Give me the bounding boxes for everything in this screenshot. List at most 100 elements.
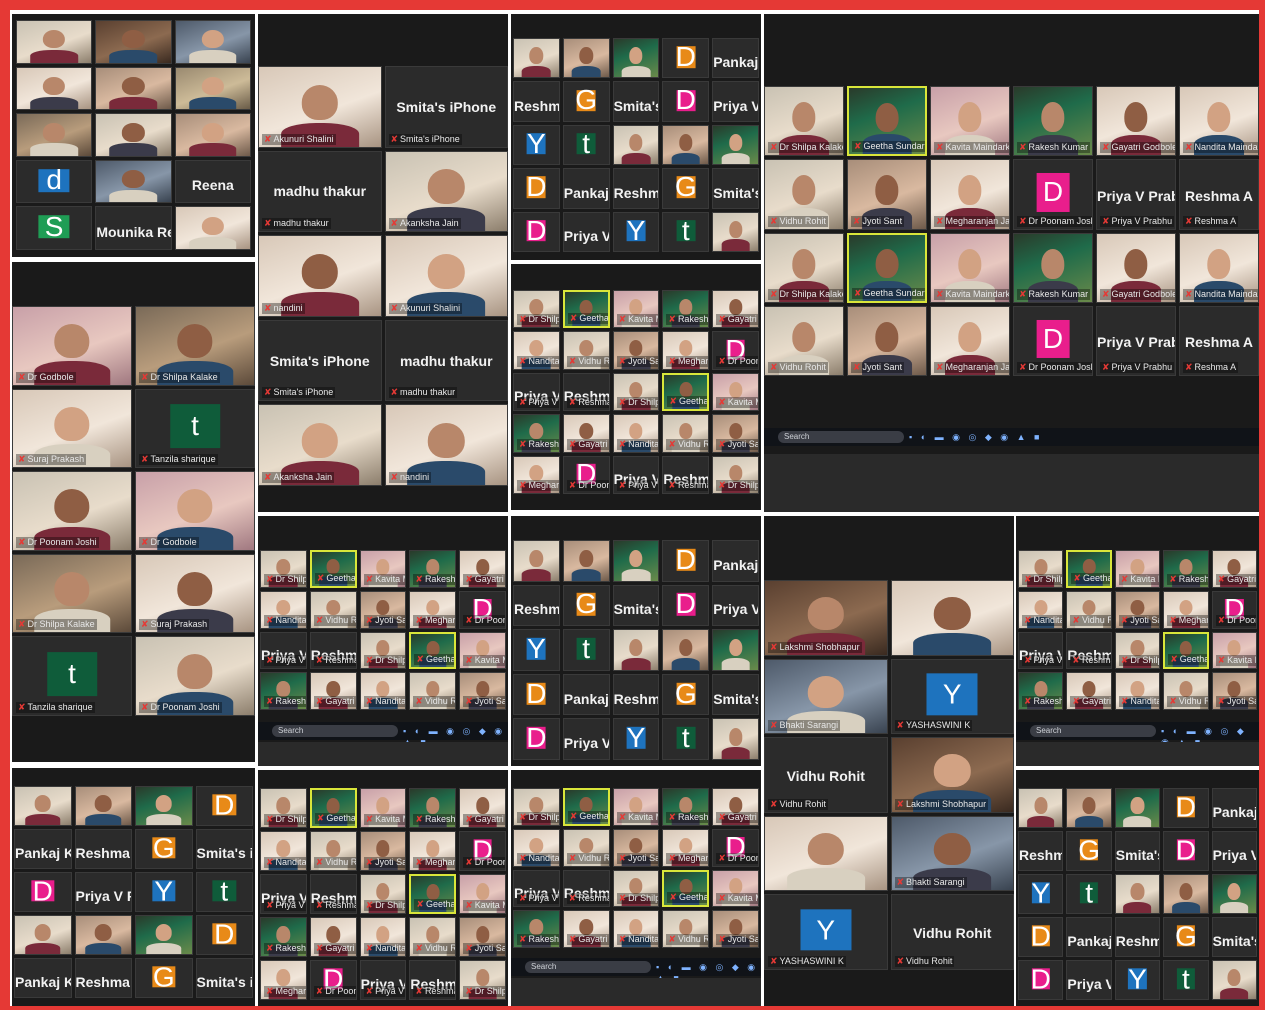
video-tile[interactable]: Priya V Prabhu <box>712 81 759 122</box>
video-tile[interactable]: madhu thakur ✘ madhu thakur <box>258 150 382 233</box>
video-tile[interactable]: D <box>662 38 710 79</box>
video-tile[interactable]: ✘Nandita Maindarkar <box>612 910 660 948</box>
taskbar-search-box[interactable]: Search <box>1030 725 1156 737</box>
video-tile[interactable]: ✘Nandita Maindarkar <box>1114 672 1161 710</box>
video-tile[interactable]: D <box>1018 917 1064 957</box>
video-tile[interactable]: Vidhu Rohit ✘ Vidhu Rohit <box>890 894 1014 970</box>
video-tile[interactable]: Smita's iPhone <box>1114 831 1161 871</box>
video-tile[interactable]: t ✘ Tanzila sharique <box>12 636 132 716</box>
video-tile[interactable]: G <box>662 673 710 716</box>
video-tile[interactable]: ✘Dr Shilpa Kalake <box>260 550 307 588</box>
video-tile[interactable]: Pankaj Kumar <box>562 673 610 716</box>
video-tile[interactable]: ✘Vidhu Rohit <box>764 159 844 230</box>
video-tile[interactable]: Priya V Prabhu <box>712 584 759 627</box>
video-tile[interactable]: ✘Rakesh Kumar <box>513 910 560 948</box>
video-tile[interactable]: Reshma A <box>612 673 660 716</box>
video-tile[interactable]: ✘Geetha Sundaresh <box>409 631 457 670</box>
video-tile[interactable]: t <box>1163 960 1209 1000</box>
video-tile[interactable]: t <box>1066 874 1112 914</box>
video-tile[interactable]: G <box>562 81 610 122</box>
video-tile[interactable] <box>174 113 251 157</box>
video-tile[interactable] <box>562 38 610 79</box>
video-tile[interactable]: ✘Kavita Maindarkar <box>612 290 660 329</box>
video-tile[interactable]: ✘Kavita Maindarkar <box>612 788 660 826</box>
video-tile[interactable]: G <box>135 829 193 869</box>
video-tile[interactable]: G <box>135 958 193 998</box>
video-tile[interactable]: Reshma A✘Reshma A <box>662 455 710 494</box>
taskbar-search-box[interactable]: Search <box>778 431 904 443</box>
video-tile[interactable] <box>513 540 560 582</box>
video-tile[interactable]: D✘Dr Poonam Joshi <box>1013 305 1093 376</box>
video-tile[interactable]: Smita's iPhone <box>712 673 759 716</box>
video-tile[interactable] <box>95 113 172 157</box>
video-tile[interactable] <box>1066 788 1112 828</box>
video-tile[interactable]: Priya V Prabhu✘Priya V Prabhu <box>1018 631 1064 670</box>
video-tile[interactable]: ✘ Akanksha Jain <box>384 150 508 233</box>
video-tile[interactable]: ✘ Suraj Prakash <box>12 388 132 469</box>
video-tile[interactable]: ✘Geetha Sundaresh <box>847 86 927 157</box>
video-tile[interactable]: t <box>195 872 253 912</box>
video-tile[interactable]: ✘ nandini <box>384 404 508 486</box>
video-tile[interactable]: D <box>195 786 253 826</box>
video-tile[interactable]: ✘ Bhakti Sarangi <box>890 815 1014 892</box>
video-tile[interactable]: ✘Geetha Sundaresh <box>662 869 710 908</box>
video-tile[interactable]: Priya V Prabhu✘Priya V Prabhu <box>260 631 307 670</box>
taskbar-search-box[interactable]: Search <box>525 961 651 973</box>
video-tile[interactable]: ✘Megharanjan Jain <box>260 960 307 1000</box>
video-tile[interactable]: Reshma A <box>513 81 560 122</box>
video-tile[interactable]: ✘Dr Shilpa Kalake <box>1018 550 1064 588</box>
video-tile[interactable]: Y <box>135 872 193 912</box>
video-tile[interactable]: t <box>662 718 710 760</box>
video-tile[interactable]: D✘Dr Poonam Joshi <box>562 455 610 494</box>
video-tile[interactable]: D <box>14 872 72 912</box>
video-tile[interactable]: Reshma A✘Reshma A <box>409 960 457 1000</box>
video-tile[interactable]: Reshma A✘Reshma A <box>1066 631 1112 670</box>
video-tile[interactable]: D <box>513 718 560 760</box>
video-tile[interactable]: Pankaj Kumar <box>1066 917 1112 957</box>
video-tile[interactable]: D <box>662 81 710 122</box>
video-tile[interactable] <box>890 580 1014 656</box>
video-tile[interactable]: ✘Dr Shilpa Kalake <box>612 869 660 908</box>
video-tile[interactable]: ✘Gayatri Godbole <box>459 550 506 588</box>
video-tile[interactable]: ✘Gayatri Godbole <box>562 910 610 948</box>
video-tile[interactable]: Priya V Prabhu✘Priya V Prabhu <box>260 874 307 914</box>
video-tile[interactable]: ✘Rakesh Kumar <box>409 788 457 828</box>
video-tile[interactable]: ✘Vidhu Rohit <box>409 917 457 957</box>
video-tile[interactable]: ✘ Akunuri Shalini <box>258 66 382 148</box>
video-tile[interactable]: Reshma A <box>612 168 660 209</box>
video-tile[interactable] <box>662 629 710 671</box>
video-tile[interactable] <box>612 540 660 582</box>
video-tile[interactable]: Reshma A <box>1114 917 1161 957</box>
video-tile[interactable]: Pankaj Kumar <box>712 540 759 582</box>
video-tile[interactable] <box>612 38 660 79</box>
video-tile[interactable] <box>662 124 710 166</box>
video-tile[interactable] <box>14 915 72 955</box>
video-tile[interactable]: ✘Gayatri Godbole <box>1066 672 1112 710</box>
video-tile[interactable]: D <box>513 168 560 209</box>
video-tile[interactable]: ✘ Lakshmi Shobhapur <box>890 737 1014 813</box>
video-tile[interactable]: ✘Jyoti Sant <box>712 414 759 453</box>
video-tile[interactable]: Reshma A <box>74 829 132 869</box>
video-tile[interactable] <box>74 915 132 955</box>
video-tile[interactable]: D✘Dr Poonam Joshi <box>1013 159 1093 230</box>
video-tile[interactable]: ✘Nandita Maindarkar <box>260 831 307 871</box>
video-tile[interactable]: ✘Rakesh Kumar <box>662 788 710 826</box>
video-tile[interactable]: ✘Kavita Maindarkar <box>712 869 759 908</box>
video-tile[interactable]: ✘Dr Shilpa Kalake <box>764 232 844 303</box>
video-tile[interactable]: Priya V Prabhu✘Priya V Prabhu <box>513 869 560 908</box>
video-tile[interactable] <box>1018 788 1064 828</box>
video-tile[interactable]: ✘Megharanjan Jain <box>930 305 1010 376</box>
video-tile[interactable]: ✘Megharanjan Jain <box>513 455 560 494</box>
video-tile[interactable]: ✘Rakesh Kumar <box>1018 672 1064 710</box>
video-tile[interactable]: ✘Jyoti Sant <box>359 831 407 871</box>
video-tile[interactable]: ✘ Lakshmi Shobhapur <box>764 580 888 656</box>
video-tile[interactable]: Y <box>1114 960 1161 1000</box>
video-tile[interactable]: ✘ Akunuri Shalini <box>384 235 508 317</box>
video-tile[interactable]: ✘Kavita Maindarkar <box>1211 631 1257 670</box>
video-tile[interactable]: Reshma A <box>1018 831 1064 871</box>
video-tile[interactable]: Priya V Prabhu <box>562 211 610 252</box>
video-tile[interactable]: ✘Megharanjan Jain <box>409 590 457 629</box>
video-tile[interactable]: Reshma A✘Reshma A <box>562 372 610 412</box>
video-tile[interactable]: ✘Dr Shilpa Kalake <box>1114 631 1161 670</box>
video-tile[interactable]: Y <box>612 211 660 252</box>
